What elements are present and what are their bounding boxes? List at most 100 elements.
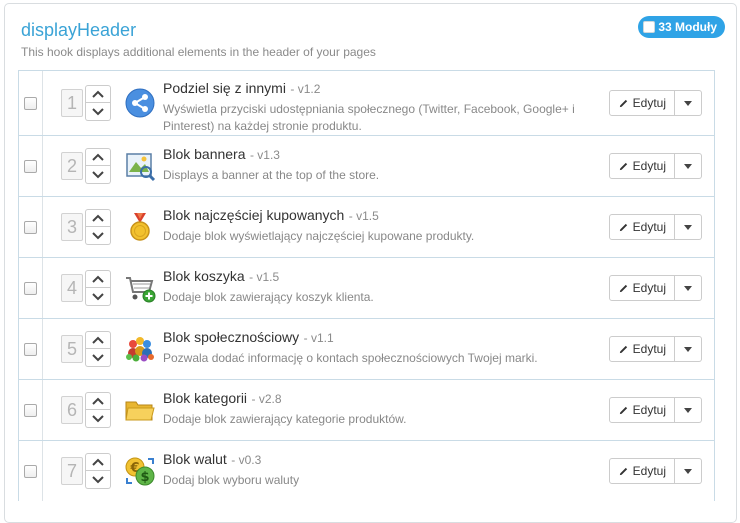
edit-button[interactable]: Edytuj — [608, 397, 675, 423]
position-arrows — [85, 453, 111, 489]
modules-count-badge[interactable]: 33 Moduły — [638, 16, 725, 38]
actions-dropdown-button[interactable] — [675, 397, 702, 423]
caret-down-icon — [684, 163, 692, 169]
move-up-button[interactable] — [85, 453, 111, 471]
edit-label: Edytuj — [632, 159, 666, 173]
module-info: Blok walut - v0.3 Dodaj blok wyboru walu… — [163, 451, 583, 489]
move-down-button[interactable] — [85, 166, 111, 184]
modules-count-label: 33 Moduły — [658, 20, 717, 34]
actions-dropdown-button[interactable] — [675, 275, 702, 301]
move-down-button[interactable] — [85, 103, 111, 121]
edit-button[interactable]: Edytuj — [608, 458, 675, 484]
module-description: Dodaje blok zawierający koszyk klienta. — [163, 290, 374, 304]
folder-icon — [123, 393, 157, 427]
actions-dropdown-button[interactable] — [675, 153, 702, 179]
chevron-down-icon — [92, 292, 104, 300]
chevron-up-icon — [92, 397, 104, 405]
move-down-button[interactable] — [85, 288, 111, 306]
edit-button[interactable]: Edytuj — [608, 275, 675, 301]
chevron-up-icon — [92, 336, 104, 344]
actions-dropdown-button[interactable] — [675, 90, 702, 116]
caret-down-icon — [684, 407, 692, 413]
position-arrows — [85, 331, 111, 367]
pencil-icon — [619, 345, 627, 353]
module-info: Podziel się z innymi - v1.2 Wyświetla pr… — [163, 80, 583, 135]
pencil-icon — [619, 162, 627, 170]
pencil-icon — [619, 284, 627, 292]
edit-button[interactable]: Edytuj — [608, 90, 675, 116]
actions-dropdown-button[interactable] — [675, 214, 702, 240]
move-up-button[interactable] — [85, 270, 111, 288]
module-version: - v2.8 — [251, 392, 282, 406]
row-checkbox-cell — [19, 136, 43, 196]
module-checkbox[interactable] — [24, 160, 37, 173]
position-number: 1 — [61, 89, 83, 117]
move-up-button[interactable] — [85, 148, 111, 166]
module-description: Displays a banner at the top of the stor… — [163, 168, 380, 182]
module-version: - v1.5 — [249, 270, 280, 284]
module-checkbox[interactable] — [24, 282, 37, 295]
module-name: Blok walut — [163, 451, 227, 467]
move-up-button[interactable] — [85, 392, 111, 410]
currency-icon: € $ — [123, 454, 157, 488]
move-up-button[interactable] — [85, 331, 111, 349]
module-description: Dodaj blok wyboru waluty — [163, 473, 300, 487]
row-checkbox-cell — [19, 197, 43, 257]
chevron-down-icon — [92, 107, 104, 115]
pencil-icon — [619, 467, 627, 475]
module-actions: Edytuj — [608, 275, 702, 301]
module-checkbox[interactable] — [24, 465, 37, 478]
actions-dropdown-button[interactable] — [675, 336, 702, 362]
module-name: Podziel się z innymi — [163, 80, 286, 96]
chevron-down-icon — [92, 353, 104, 361]
module-description: Wyświetla przyciski udostępniania społec… — [163, 102, 575, 133]
select-all-checkbox[interactable] — [643, 21, 656, 33]
module-name: Blok najczęściej kupowanych — [163, 207, 345, 223]
caret-down-icon — [684, 224, 692, 230]
chevron-down-icon — [92, 170, 104, 178]
move-down-button[interactable] — [85, 349, 111, 367]
position-arrows — [85, 392, 111, 428]
hook-subtitle: This hook displays additional elements i… — [21, 45, 376, 59]
module-info: Blok koszyka - v1.5 Dodaje blok zawieraj… — [163, 268, 583, 306]
module-description: Dodaje blok wyświetlający najczęściej ku… — [163, 229, 475, 243]
chevron-up-icon — [92, 90, 104, 98]
move-up-button[interactable] — [85, 85, 111, 103]
module-checkbox[interactable] — [24, 221, 37, 234]
actions-dropdown-button[interactable] — [675, 458, 702, 484]
position-number: 6 — [61, 396, 83, 424]
edit-button[interactable]: Edytuj — [608, 336, 675, 362]
module-description: Pozwala dodać informację o kontach społe… — [163, 351, 538, 365]
position-arrows — [85, 270, 111, 306]
position-number: 5 — [61, 335, 83, 363]
module-version: - v0.3 — [231, 453, 262, 467]
row-checkbox-cell — [19, 380, 43, 440]
edit-label: Edytuj — [632, 342, 666, 356]
hook-panel: displayHeader This hook displays additio… — [4, 3, 737, 523]
pencil-icon — [619, 223, 627, 231]
edit-button[interactable]: Edytuj — [608, 153, 675, 179]
position-number: 2 — [61, 152, 83, 180]
edit-label: Edytuj — [632, 281, 666, 295]
row-checkbox-cell — [19, 441, 43, 501]
module-version: - v1.3 — [249, 148, 280, 162]
move-down-button[interactable] — [85, 410, 111, 428]
people-icon — [123, 332, 157, 366]
module-info: Blok społecznościowy - v1.1 Pozwala doda… — [163, 329, 583, 367]
chevron-down-icon — [92, 414, 104, 422]
module-row: 4 Blok koszyka - v1.5 Dodaje blok zawier… — [19, 257, 714, 318]
caret-down-icon — [684, 285, 692, 291]
move-up-button[interactable] — [85, 209, 111, 227]
module-checkbox[interactable] — [24, 404, 37, 417]
edit-label: Edytuj — [632, 464, 666, 478]
edit-label: Edytuj — [632, 220, 666, 234]
row-checkbox-cell — [19, 71, 43, 135]
module-checkbox[interactable] — [24, 97, 37, 110]
module-checkbox[interactable] — [24, 343, 37, 356]
move-down-button[interactable] — [85, 471, 111, 489]
module-row: 7 € $ Blok walut - v0.3 Dodaj blok wyboru… — [19, 440, 714, 501]
module-name: Blok społecznościowy — [163, 329, 300, 345]
module-row: 6 Blok kategorii - v2.8 Dodaje blok zawi… — [19, 379, 714, 440]
edit-button[interactable]: Edytuj — [608, 214, 675, 240]
move-down-button[interactable] — [85, 227, 111, 245]
